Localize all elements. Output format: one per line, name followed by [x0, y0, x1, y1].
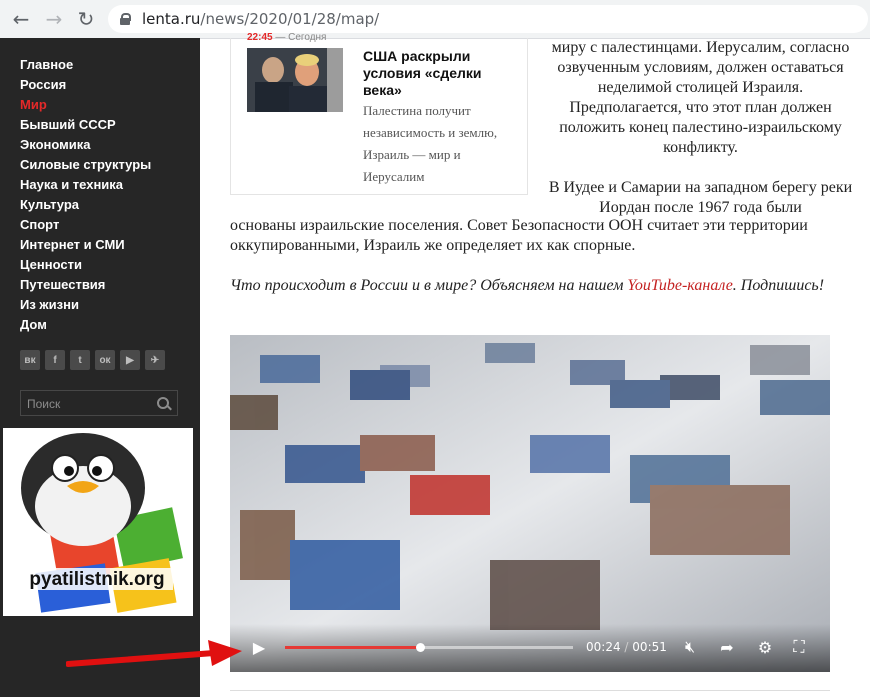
promo-subscribe: . Подпишись! — [732, 277, 825, 294]
sidebar-item[interactable]: Главное — [20, 55, 151, 75]
sidebar-item[interactable]: Культура — [20, 195, 151, 215]
promo-text: Что происходит в России и в мире? Объясн… — [230, 277, 628, 294]
card-time: 22:45 — [247, 32, 273, 43]
sidebar-menu: Главное Россия Мир Бывший СССР Экономика Сило… — [20, 55, 151, 335]
vk-icon[interactable]: вк — [20, 350, 40, 370]
forward-arrow-icon[interactable]: → — [42, 7, 66, 31]
reload-icon[interactable]: ↻ — [74, 7, 98, 31]
sidebar-item[interactable]: Россия — [20, 75, 151, 95]
search-input[interactable] — [21, 391, 159, 417]
sidebar-item[interactable]: Наука и техника — [20, 175, 151, 195]
card-title[interactable]: США раскрыли условия «сделки века» — [363, 48, 513, 99]
back-arrow-icon[interactable]: ← — [9, 7, 33, 31]
related-news-card[interactable]: 22:45 — Сегодня США раскрыли условия «сд… — [230, 32, 528, 195]
card-photo — [247, 48, 343, 112]
video-time: 00:24 / 00:51 — [586, 640, 667, 654]
progress-bar[interactable] — [285, 643, 573, 652]
browser-toolbar: ← → ↻ lenta.ru/news/2020/01/28/map/ — [0, 0, 870, 39]
duration: 00:51 — [632, 640, 667, 654]
logo-text: pyatilistnik.org — [29, 569, 164, 590]
video-controls: ▶ 00:24 / 00:51 🔇︎ ➦ ⚙ ⛶ — [230, 624, 830, 672]
twitter-icon[interactable]: t — [70, 350, 90, 370]
sidebar-item[interactable]: Дом — [20, 315, 151, 335]
sidebar-item[interactable]: Бывший СССР — [20, 115, 151, 135]
youtube-channel-link[interactable]: YouTube-канале — [627, 277, 732, 294]
url-text[interactable]: lenta.ru/news/2020/01/28/map/ — [142, 10, 379, 28]
progress-fill — [285, 646, 421, 649]
sidebar-item[interactable]: Путешествия — [20, 275, 151, 295]
time-separator: / — [624, 640, 629, 654]
sidebar-item[interactable]: Из жизни — [20, 295, 151, 315]
sidebar-item[interactable]: Спорт — [20, 215, 151, 235]
facebook-icon[interactable]: f — [45, 350, 65, 370]
annotation-arrow-icon — [66, 640, 242, 667]
sidebar-item[interactable]: Ценности — [20, 255, 151, 275]
sidebar-item[interactable]: Экономика — [20, 135, 151, 155]
share-icon[interactable]: ➦ — [716, 636, 738, 658]
play-icon[interactable]: ▶ — [248, 636, 270, 658]
sidebar-item[interactable]: Мир — [20, 95, 151, 115]
card-description: Палестина получит независимость и землю,… — [363, 103, 498, 184]
settings-icon[interactable]: ⚙ — [754, 636, 776, 658]
video-frame — [230, 335, 830, 672]
social-links: вк f t ок ▶ ✈ — [20, 350, 165, 370]
article-right-column: миру с палестинцами. Иерусалим, согласно… — [548, 38, 853, 218]
sidebar-item[interactable]: Интернет и СМИ — [20, 235, 151, 255]
address-bar[interactable]: lenta.ru/news/2020/01/28/map/ — [108, 5, 868, 33]
current-time: 00:24 — [586, 640, 621, 654]
fullscreen-icon[interactable]: ⛶ — [788, 636, 810, 658]
article-paragraph: миру с палестинцами. Иерусалим, согласно… — [551, 39, 850, 156]
pyatilistnik-logo[interactable]: pyatilistnik.org — [3, 428, 193, 616]
sidebar-item[interactable]: Силовые структуры — [20, 155, 151, 175]
card-thumbnail[interactable] — [247, 48, 343, 112]
logo-graphic: pyatilistnik.org — [21, 433, 183, 613]
url-host: lenta.ru — [142, 10, 201, 28]
lock-icon[interactable] — [120, 13, 131, 25]
article-paragraph: В Иудее и Самарии на западном берегу рек… — [548, 179, 853, 216]
content-divider — [230, 690, 830, 691]
search-icon[interactable] — [157, 397, 169, 409]
video-player[interactable]: ▶ 00:24 / 00:51 🔇︎ ➦ ⚙ ⛶ — [230, 335, 830, 672]
search-box — [20, 390, 178, 417]
youtube-promo: Что происходит в России и в мире? Объясн… — [230, 276, 830, 296]
progress-knob[interactable] — [416, 643, 426, 652]
card-meta: 22:45 — Сегодня — [247, 32, 327, 43]
mute-icon[interactable]: 🔇︎ — [679, 636, 701, 658]
odnoklassniki-icon[interactable]: ок — [95, 350, 115, 370]
telegram-icon[interactable]: ✈ — [145, 350, 165, 370]
youtube-icon[interactable]: ▶ — [120, 350, 140, 370]
article-paragraph-continued: основаны израильские поселения. Совет Бе… — [230, 217, 808, 254]
sidebar: Главное Россия Мир Бывший СССР Экономика Сило… — [0, 38, 200, 697]
url-path: /news/2020/01/28/map/ — [200, 10, 380, 28]
card-date: Сегодня — [288, 32, 327, 43]
